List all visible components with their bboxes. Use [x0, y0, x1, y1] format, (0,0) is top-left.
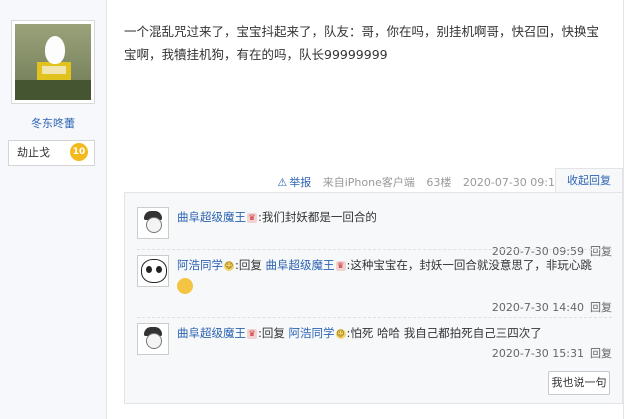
collapse-replies-button[interactable]: 收起回复: [555, 168, 623, 193]
reply-text: 曲阜超级魔王 ♛:回复 阿浩同学 ☺:怕死 哈哈 我自己都拍死自己三四次了: [177, 326, 542, 340]
reply-text: 阿浩同学 ☺:回复 曲阜超级魔王 ♛:这种宝宝在，封妖一回合就没意思了，非玩心跳: [177, 255, 607, 295]
reply-user[interactable]: 曲阜超级魔王: [177, 326, 246, 340]
smile-badge-icon: ☺: [224, 260, 234, 271]
post-floor: 63楼: [426, 176, 452, 189]
post-time: 2020-07-30 09:10: [462, 176, 562, 189]
reply-user[interactable]: 阿浩同学: [177, 258, 223, 272]
reply-avatar[interactable]: [137, 323, 169, 355]
reply-user[interactable]: 曲阜超级魔王: [177, 210, 246, 224]
smile-badge-icon: ☺: [335, 328, 346, 339]
author-avatar[interactable]: [11, 20, 95, 104]
reply-button[interactable]: 回复: [590, 301, 612, 314]
badge-label: 劫止戈: [17, 146, 50, 159]
divider: [137, 249, 612, 250]
reply-button[interactable]: 回复: [590, 347, 612, 360]
reply-body: :这种宝宝在，封妖一回合就没意思了，非玩心跳: [346, 258, 592, 272]
reply-panel: 曲阜超级魔王 ♛:我们封妖都是一回合的 2020-7-30 09:59 回复 阿浩同…: [124, 192, 623, 404]
post-source: 来自iPhone客户端: [322, 176, 415, 189]
crown-badge-icon: ♛: [247, 328, 257, 339]
reply-word: 回复: [261, 326, 285, 340]
reply-meta: 2020-7-30 14:40 回复: [492, 299, 612, 315]
author-sidebar: 冬东咚蕾 劫止戈 10: [0, 0, 107, 419]
reply-body: :我们封妖都是一回合的: [258, 210, 377, 224]
reply-time: 2020-7-30 15:31: [491, 347, 584, 360]
reply-avatar[interactable]: [137, 255, 169, 287]
reply-target-user[interactable]: 阿浩同学: [289, 326, 335, 340]
crown-badge-icon: ♛: [335, 260, 346, 271]
reply-time: 2020-7-30 14:40: [491, 301, 584, 314]
badge-level: 10: [70, 143, 88, 161]
reply-body: :怕死 哈哈 我自己都拍死自己三四次了: [346, 326, 542, 340]
reply-text: 曲阜超级魔王 ♛:我们封妖都是一回合的: [177, 207, 607, 227]
crown-badge-icon: ♛: [247, 212, 257, 223]
warning-triangle-icon[interactable]: ⚠: [277, 176, 287, 189]
author-badge[interactable]: 劫止戈 10: [8, 140, 95, 166]
avatar-image: [15, 24, 91, 100]
reply-avatar[interactable]: [137, 207, 169, 239]
divider: [137, 317, 612, 318]
reply-target-user[interactable]: 曲阜超级魔王: [266, 258, 335, 272]
report-link[interactable]: 举报: [289, 176, 311, 189]
say-something-button[interactable]: 我也说一句: [548, 371, 610, 395]
reply-meta: 2020-7-30 15:31 回复: [492, 345, 612, 361]
post-meta: ⚠ 举报 来自iPhone客户端 63楼 2020-07-30 09:10: [269, 174, 562, 190]
grin-emoji-icon: [177, 277, 193, 294]
reply-word: 回复: [238, 258, 262, 272]
post-content: 一个混乱咒过来了，宝宝抖起来了，队友：哥，你在吗，别挂机啊哥，快召回，快换宝宝啊…: [124, 24, 600, 62]
author-name[interactable]: 冬东咚蕾: [0, 115, 106, 131]
